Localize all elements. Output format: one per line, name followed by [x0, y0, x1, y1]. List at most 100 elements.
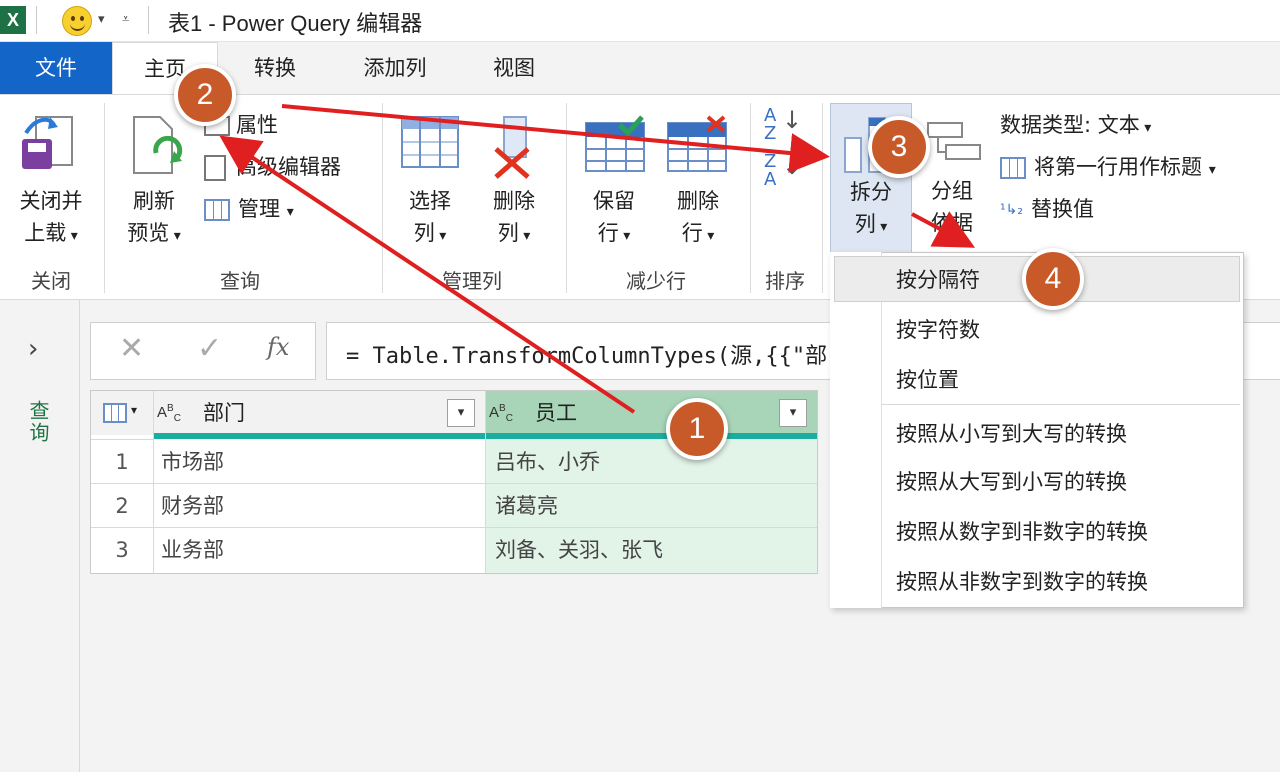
menu-separator [882, 404, 1240, 405]
window-title: 表1 - Power Query 编辑器 [168, 11, 423, 36]
choose-label-1: 选择 [409, 189, 451, 213]
group-by-label-2: 依据 [931, 211, 973, 235]
manage-button[interactable]: 管理 [204, 191, 294, 227]
divider [750, 103, 751, 293]
menu-item-nondigit-to-digit[interactable]: 按照从非数字到数字的转换 [896, 566, 1148, 596]
filter-dropdown-icon[interactable]: ▾ [779, 399, 807, 427]
close-and-load-icon [22, 116, 73, 169]
callout-2: 2 [174, 64, 236, 126]
group-label-close: 关闭 [31, 269, 71, 293]
remove-rows-icon [667, 115, 727, 172]
divider [104, 103, 105, 293]
remove-cols-label-2: 列 [476, 217, 552, 252]
remove-columns-icon [494, 116, 530, 179]
table-cell[interactable]: 市场部 [161, 441, 224, 483]
menu-item-by-positions[interactable]: 按位置 [896, 364, 959, 394]
group-label-manage-columns: 管理列 [442, 269, 502, 293]
refresh-label-2: 预览 [112, 217, 196, 252]
table-cell[interactable]: 财务部 [161, 485, 224, 527]
data-type-dropdown[interactable]: 数据类型: 文本 [1000, 107, 1151, 143]
divider [382, 103, 383, 293]
table-menu-button[interactable]: ▾ [91, 391, 153, 435]
keep-rows-label-1: 保留 [593, 189, 635, 213]
remove-rows-button[interactable]: 删除 行 [660, 105, 736, 265]
choose-label-2: 列 [392, 217, 468, 252]
customize-toolbar-icon[interactable]: ⩡ [122, 12, 129, 27]
advanced-editor-label: 高级编辑器 [236, 155, 341, 179]
table-cell[interactable]: 业务部 [161, 529, 224, 571]
sort-ascending-button[interactable]: A Z ↓ [764, 107, 814, 147]
menu-item-upper-to-lower[interactable]: 按照从大写到小写的转换 [896, 466, 1127, 496]
remove-columns-button[interactable]: 删除 列 [476, 105, 552, 265]
keep-rows-icon [585, 115, 645, 172]
menu-item-by-delimiter[interactable]: 按分隔符 [896, 264, 980, 294]
divider [36, 6, 37, 34]
tab-view[interactable]: 视图 [468, 42, 560, 94]
cancel-icon[interactable]: ✕ [119, 331, 144, 366]
close-and-load-button[interactable]: 关闭并 上载 [0, 105, 102, 265]
row-number[interactable]: 1 [91, 441, 153, 483]
smiley-feedback-icon[interactable] [62, 6, 92, 36]
formula-text: = Table.TransformColumnTypes(源,{{"部 [346, 344, 828, 369]
advanced-editor-icon [204, 155, 226, 181]
manage-icon [204, 199, 230, 221]
column-header-staff[interactable]: ABC 员工 ▾ [485, 391, 817, 435]
chevron-right-icon[interactable]: › [28, 334, 38, 364]
column-header-dept[interactable]: ABC 部门 ▾ [153, 391, 485, 435]
callout-3: 3 [868, 116, 930, 178]
keep-rows-label-2: 行 [576, 217, 652, 252]
table-cell[interactable]: 诸葛亮 [495, 485, 558, 527]
formula-controls: ✕ ✓ fx [90, 322, 316, 380]
first-row-header-label: 将第一行用作标题 [1034, 155, 1202, 179]
excel-logo-icon: X [0, 6, 26, 34]
divider [822, 103, 823, 293]
fx-icon[interactable]: fx [267, 333, 289, 361]
row-number[interactable]: 2 [91, 485, 153, 527]
group-label-reduce-rows: 减少行 [626, 269, 686, 293]
callout-1: 1 [666, 398, 728, 460]
divider [148, 6, 149, 34]
text-type-icon: ABC [157, 403, 181, 424]
replace-values-label: 替换值 [1030, 197, 1094, 221]
split-label-2: 列 [831, 208, 911, 243]
properties-label: 属性 [236, 113, 278, 137]
table-cell[interactable]: 刘备、关羽、张飞 [495, 529, 663, 571]
tab-transform[interactable]: 转换 [226, 42, 324, 94]
queries-pane-collapsed: › 查询 [0, 300, 80, 772]
use-first-row-as-headers-button[interactable]: 将第一行用作标题 [1000, 149, 1216, 185]
filter-dropdown-icon[interactable]: ▾ [447, 399, 475, 427]
menu-item-digit-to-nondigit[interactable]: 按照从数字到非数字的转换 [896, 516, 1148, 546]
table-header-icon [1000, 157, 1026, 179]
text-type-icon: ABC [489, 403, 513, 424]
refresh-label-1: 刷新 [133, 189, 175, 213]
refresh-icon [133, 116, 183, 174]
table-cell[interactable]: 吕布、小乔 [495, 441, 600, 483]
group-by-icon [927, 122, 981, 160]
choose-columns-button[interactable]: 选择 列 [392, 105, 468, 265]
callout-4: 4 [1022, 248, 1084, 310]
queries-pane-label[interactable]: 查询 [24, 400, 53, 444]
group-by-label-1: 分组 [931, 179, 973, 203]
divider [566, 103, 567, 293]
menu-item-by-number-of-characters[interactable]: 按字符数 [896, 314, 980, 344]
menu-item-lower-to-upper[interactable]: 按照从小写到大写的转换 [896, 418, 1127, 448]
choose-columns-icon [401, 116, 459, 168]
refresh-preview-button[interactable]: 刷新 预览 [112, 105, 196, 265]
column-name: 部门 [203, 401, 245, 425]
tab-file[interactable]: 文件 [0, 42, 112, 94]
keep-rows-button[interactable]: 保留 行 [576, 105, 652, 265]
row-number[interactable]: 3 [91, 529, 153, 571]
chevron-down-icon[interactable]: ▾ [98, 12, 105, 27]
split-label-1: 拆分 [850, 180, 892, 204]
replace-values-button[interactable]: ¹↳₂ 替换值 [1000, 191, 1094, 227]
check-icon[interactable]: ✓ [197, 331, 222, 366]
table-icon [103, 403, 127, 423]
sort-ascending-icon: AZ [764, 105, 777, 144]
group-by-button[interactable]: 分组 依据 [916, 105, 988, 255]
manage-label: 管理 [238, 197, 280, 221]
sort-descending-button[interactable]: Z A ↓ [764, 153, 814, 193]
advanced-editor-button[interactable]: 高级编辑器 [204, 149, 341, 185]
group-label-query: 查询 [220, 269, 260, 293]
chevron-down-icon: ▾ [131, 403, 138, 417]
tab-add-column[interactable]: 添加列 [336, 42, 454, 94]
